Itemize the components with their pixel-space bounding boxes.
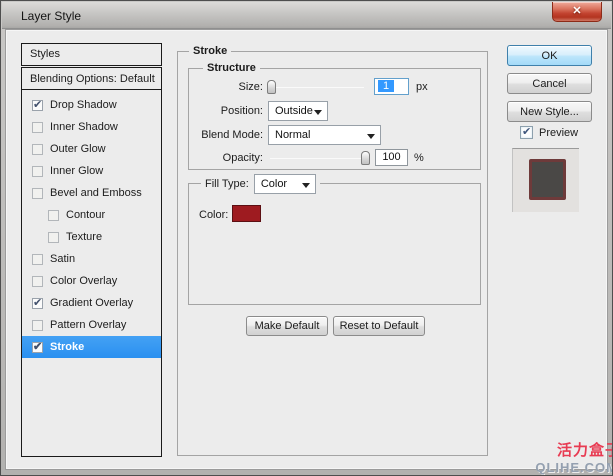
preview-checkbox[interactable] <box>520 126 533 139</box>
sidebar-item-label: Texture <box>66 231 102 243</box>
sidebar-item-blending-options[interactable]: Blending Options: Default <box>22 68 161 90</box>
position-dropdown[interactable]: Outside <box>268 101 328 121</box>
style-preview-thumbnail <box>512 148 579 212</box>
color-label: Color: <box>199 209 228 221</box>
sidebar-item-label: Satin <box>50 253 75 265</box>
close-icon: ✕ <box>572 5 581 17</box>
titlebar[interactable]: Layer Style ✕ <box>2 2 611 29</box>
style-items: Drop Shadow Inner Shadow Outer Glow Inner G… <box>22 90 161 358</box>
sidebar-item-label: Pattern Overlay <box>50 319 126 331</box>
size-unit-label: px <box>416 81 428 93</box>
cancel-button[interactable]: Cancel <box>507 73 592 94</box>
style-checkbox[interactable] <box>32 298 43 309</box>
style-checkbox[interactable] <box>32 144 43 155</box>
size-input[interactable]: 1 <box>374 78 409 95</box>
sidebar-item-label: Gradient Overlay <box>50 297 133 309</box>
sidebar-item-label: Bevel and Emboss <box>50 187 142 199</box>
sidebar-item-color-overlay[interactable]: Color Overlay <box>22 270 161 292</box>
sidebar-item-label: Outer Glow <box>50 143 106 155</box>
position-value: Outside <box>275 105 313 117</box>
size-value: 1 <box>378 80 394 92</box>
sidebar-item-drop-shadow[interactable]: Drop Shadow <box>22 94 161 116</box>
sidebar-item-gradient-overlay[interactable]: Gradient Overlay <box>22 292 161 314</box>
fill-type-value: Color <box>261 178 287 190</box>
position-label: Position: <box>191 105 263 117</box>
sidebar-item-label: Stroke <box>50 341 84 353</box>
sidebar-item-satin[interactable]: Satin <box>22 248 161 270</box>
stroke-panel: Stroke Structure Size: 1 px Position: Ou… <box>177 51 488 456</box>
fill-type-label: Fill Type: <box>205 178 249 191</box>
sidebar-item-inner-glow[interactable]: Inner Glow <box>22 160 161 182</box>
sidebar-item-bevel-and-emboss[interactable]: Bevel and Emboss <box>22 182 161 204</box>
style-checkbox[interactable] <box>32 276 43 287</box>
styles-header: Styles <box>21 43 162 66</box>
style-checkbox[interactable] <box>48 232 59 243</box>
stroke-panel-title: Stroke <box>189 45 231 58</box>
layer-style-dialog: Layer Style ✕ Styles Blending Options: D… <box>0 0 613 476</box>
opacity-input[interactable]: 100 <box>375 149 408 166</box>
style-checkbox[interactable] <box>32 100 43 111</box>
fill-type-dropdown[interactable]: Color <box>254 174 316 194</box>
size-slider-thumb[interactable] <box>267 80 276 94</box>
size-label: Size: <box>191 81 263 93</box>
styles-list: Blending Options: Default Drop Shadow Inn… <box>21 67 162 457</box>
style-checkbox[interactable] <box>32 166 43 177</box>
sidebar-item-label: Inner Glow <box>50 165 103 177</box>
structure-title: Structure <box>203 62 260 75</box>
sidebar-item-pattern-overlay[interactable]: Pattern Overlay <box>22 314 161 336</box>
style-checkbox[interactable] <box>32 342 43 353</box>
preview-stroke-swatch <box>529 159 566 200</box>
blend-mode-label: Blend Mode: <box>191 129 263 141</box>
sidebar-item-label: Color Overlay <box>50 275 117 287</box>
window-title: Layer Style <box>21 9 81 23</box>
style-checkbox[interactable] <box>32 188 43 199</box>
opacity-unit-label: % <box>414 152 424 164</box>
sidebar-item-inner-shadow[interactable]: Inner Shadow <box>22 116 161 138</box>
opacity-label: Opacity: <box>191 152 263 164</box>
style-checkbox[interactable] <box>32 122 43 133</box>
sidebar-item-stroke[interactable]: Stroke <box>22 336 161 358</box>
structure-group: Structure Size: 1 px Position: Outside B… <box>188 68 481 170</box>
style-checkbox[interactable] <box>32 320 43 331</box>
sidebar-item-label: Drop Shadow <box>50 99 117 111</box>
size-slider-track[interactable] <box>269 87 364 88</box>
chevron-down-icon <box>367 134 375 143</box>
close-button[interactable]: ✕ <box>552 2 602 22</box>
chevron-down-icon <box>314 110 322 119</box>
fill-color-swatch[interactable] <box>232 205 261 222</box>
style-checkbox[interactable] <box>48 210 59 221</box>
watermark-cn: 活力盒子 <box>557 439 613 460</box>
sidebar-item-contour[interactable]: Contour <box>22 204 161 226</box>
dialog-body: Styles Blending Options: Default Drop Sh… <box>5 29 608 470</box>
reset-to-default-button[interactable]: Reset to Default <box>333 316 425 336</box>
style-checkbox[interactable] <box>32 254 43 265</box>
watermark-url: QLIHE.COM <box>535 460 613 475</box>
opacity-slider-track[interactable] <box>270 158 370 159</box>
sidebar-item-texture[interactable]: Texture <box>22 226 161 248</box>
blend-mode-dropdown[interactable]: Normal <box>268 125 381 145</box>
preview-label: Preview <box>539 127 578 139</box>
sidebar-item-outer-glow[interactable]: Outer Glow <box>22 138 161 160</box>
make-default-button[interactable]: Make Default <box>246 316 328 336</box>
new-style-button[interactable]: New Style... <box>507 101 592 122</box>
chevron-down-icon <box>302 183 310 192</box>
fill-type-legend: Fill Type: Color <box>201 174 320 194</box>
sidebar-item-label: Contour <box>66 209 105 221</box>
opacity-slider-thumb[interactable] <box>361 151 370 165</box>
sidebar-item-label: Inner Shadow <box>50 121 118 133</box>
fill-type-group: Fill Type: Color Color: <box>188 183 481 305</box>
blend-mode-value: Normal <box>275 129 310 141</box>
ok-button[interactable]: OK <box>507 45 592 66</box>
